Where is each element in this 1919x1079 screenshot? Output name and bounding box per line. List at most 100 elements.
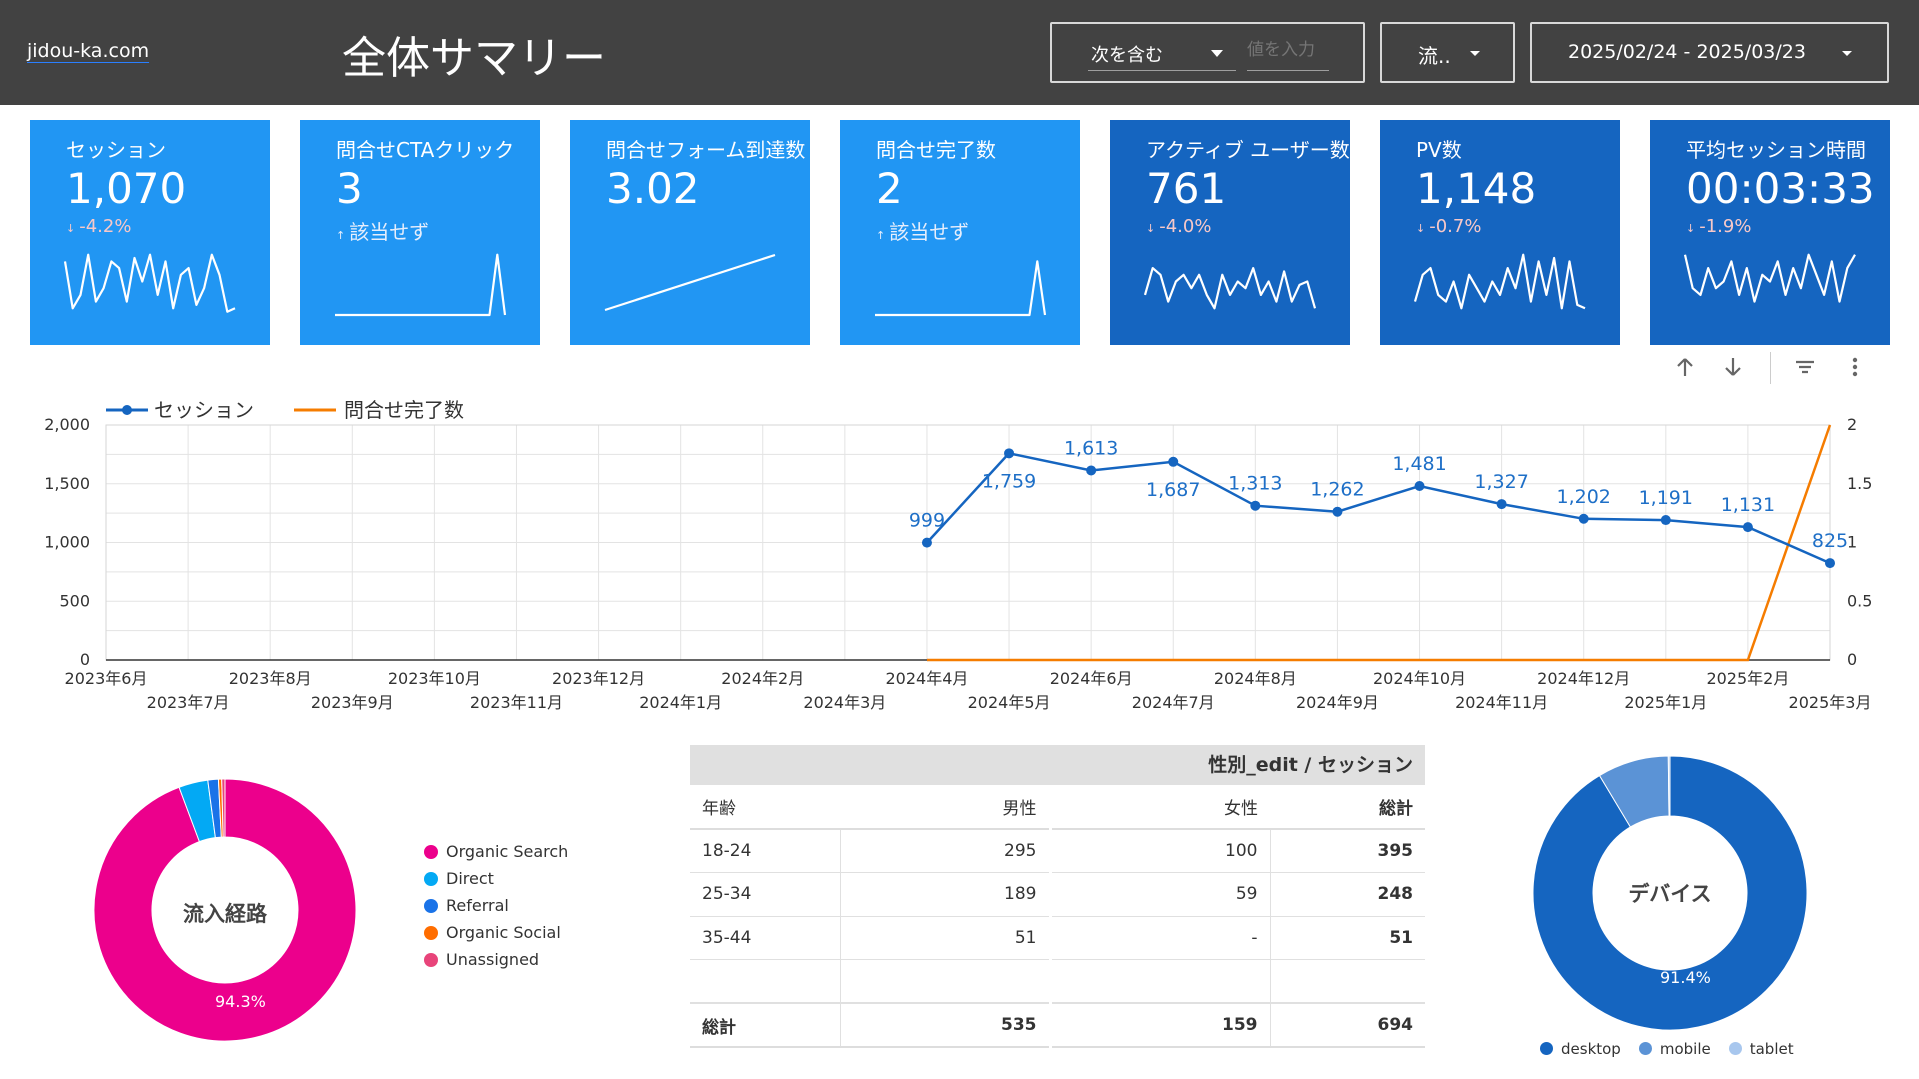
x-tick-label: 2024年4月: [885, 669, 968, 688]
series-line-sessions: [926, 451, 1831, 565]
x-tick-label: 2023年12月: [552, 669, 645, 688]
legend-label: tablet: [1749, 1039, 1794, 1058]
sparkline: [335, 253, 507, 317]
data-point: [1742, 522, 1753, 533]
x-tick-label: 2025年3月: [1789, 693, 1872, 712]
legend-item[interactable]: Organic Search: [424, 838, 568, 865]
x-tick-label: 2024年5月: [968, 693, 1051, 712]
table-cell: 59: [1048, 872, 1271, 917]
legend-item[interactable]: Unassigned: [424, 946, 568, 973]
site-link[interactable]: jidou-ka.com: [27, 40, 149, 62]
data-label: 1,759: [982, 470, 1036, 492]
pivot-total-row: 総計 535 159 694: [690, 1002, 1425, 1048]
text-filter-control: 次を含む: [1050, 22, 1365, 83]
pivot-table-title: 性別_edit / セッション: [690, 745, 1425, 785]
column-header[interactable]: 年齢: [690, 785, 840, 830]
table-cell: [690, 959, 841, 1004]
donut-center-label: 流入経路: [183, 902, 267, 926]
column-header[interactable]: 総計: [1270, 785, 1425, 830]
filter-icon[interactable]: [1790, 355, 1820, 385]
legend-item[interactable]: tablet: [1728, 1035, 1794, 1062]
scorecard[interactable]: 問合せCTAクリック 3 ↑ 該当せず: [300, 120, 540, 345]
table-cell: 395: [1270, 829, 1425, 873]
data-point: [1086, 465, 1097, 476]
table-cell: 100: [1048, 829, 1271, 873]
arrow-up-icon[interactable]: [1670, 355, 1700, 385]
data-point: [1578, 513, 1589, 524]
table-cell: 189: [840, 872, 1050, 917]
x-tick-label: 2024年1月: [639, 693, 722, 712]
scorecard[interactable]: 問合せ完了数 2 ↑ 該当せず: [840, 120, 1080, 345]
legend-dot: [424, 898, 438, 913]
more-vert-icon[interactable]: [1840, 355, 1870, 385]
scorecard-delta: ↓ -1.9%: [1686, 216, 1751, 237]
filter-condition-select[interactable]: 次を含む: [1091, 41, 1163, 67]
legend-label: 問合せ完了数: [344, 398, 464, 422]
sparkline: [875, 260, 1047, 317]
legend-dot: [1728, 1042, 1742, 1055]
traffic-source-legend: Organic Search Direct Referral Organic Soci…: [424, 838, 568, 973]
table-cell: 248: [1270, 872, 1425, 917]
column-header[interactable]: 女性: [1048, 785, 1270, 830]
x-tick-label: 2024年10月: [1373, 669, 1466, 688]
table-cell: 159: [1048, 1002, 1271, 1048]
date-range-select[interactable]: 2025/02/24 - 2025/03/23: [1530, 22, 1889, 83]
scorecard[interactable]: 問合せフォーム到達数 3.02: [570, 120, 810, 345]
chevron-down-icon[interactable]: [1211, 50, 1223, 57]
page-title: 全体サマリー: [342, 33, 606, 84]
sparkline: [63, 253, 236, 313]
legend-swatch-dot: [122, 405, 132, 415]
legend-dot: [424, 925, 438, 940]
filter-condition-underline: [1088, 70, 1236, 71]
scorecard[interactable]: PV数 1,148 ↓ -0.7%: [1380, 120, 1620, 345]
age-gender-pivot-table: 性別_edit / セッション 年齢 男性 女性 総計 18-24 295 100 3…: [690, 745, 1425, 1048]
table-cell: 35-44: [690, 916, 841, 960]
scorecard-value: 1,148: [1416, 164, 1537, 213]
y-left-tick-label: 0: [80, 650, 90, 669]
x-tick-label: 2024年7月: [1132, 693, 1215, 712]
table-cell: 51: [840, 916, 1050, 960]
scorecard-value: 2: [876, 164, 903, 213]
table-cell: 295: [840, 829, 1050, 873]
data-point: [1004, 448, 1015, 459]
legend-item[interactable]: desktop: [1540, 1035, 1621, 1062]
arrow-down-icon[interactable]: [1718, 355, 1748, 385]
scorecard-delta-text: -0.7%: [1429, 216, 1482, 237]
legend-label: Referral: [446, 896, 509, 915]
scorecard-label: セッション: [66, 138, 166, 162]
filter-value-input[interactable]: [1247, 40, 1359, 60]
data-point: [1250, 500, 1261, 511]
data-point: [921, 537, 932, 548]
legend-item[interactable]: Organic Social: [424, 919, 568, 946]
pivot-header-row: 年齢 男性 女性 総計: [690, 785, 1425, 830]
legend-item[interactable]: Referral: [424, 892, 568, 919]
table-cell: 694: [1270, 1002, 1425, 1048]
x-tick-label: 2024年6月: [1050, 669, 1133, 688]
legend-dot: [1638, 1042, 1652, 1055]
scorecard-label: アクティブ ユーザー数: [1146, 138, 1350, 162]
legend-dot: [424, 871, 438, 886]
data-point: [1168, 456, 1179, 467]
scorecard[interactable]: 平均セッション時間 00:03:33 ↓ -1.9%: [1650, 120, 1890, 345]
data-label: 999: [909, 510, 945, 532]
arrow-down-icon: ↓: [1416, 222, 1426, 235]
y-left-tick-label: 1,500: [44, 474, 90, 493]
channel-filter-select[interactable]: 流..: [1380, 22, 1515, 83]
data-label: 1,191: [1639, 487, 1693, 509]
data-label: 1,131: [1721, 494, 1775, 516]
scorecard-label: 平均セッション時間: [1686, 138, 1866, 162]
legend-dot: [1540, 1042, 1553, 1055]
table-cell: 総計: [690, 1002, 841, 1048]
data-label: 1,313: [1228, 473, 1282, 495]
scorecard[interactable]: セッション 1,070 ↓ -4.2%: [30, 120, 270, 345]
x-tick-label: 2025年2月: [1706, 669, 1789, 688]
data-label: 825: [1812, 530, 1848, 552]
legend-item[interactable]: mobile: [1638, 1035, 1711, 1062]
x-tick-label: 2024年12月: [1537, 669, 1630, 688]
y-right-tick-label: 1: [1847, 533, 1857, 552]
chevron-down-icon: [1470, 51, 1480, 56]
column-header[interactable]: 男性: [840, 785, 1050, 830]
scorecard[interactable]: アクティブ ユーザー数 761 ↓ -4.0%: [1110, 120, 1350, 345]
legend-item[interactable]: Direct: [424, 865, 568, 892]
arrow-down-icon: ↓: [1146, 222, 1156, 235]
